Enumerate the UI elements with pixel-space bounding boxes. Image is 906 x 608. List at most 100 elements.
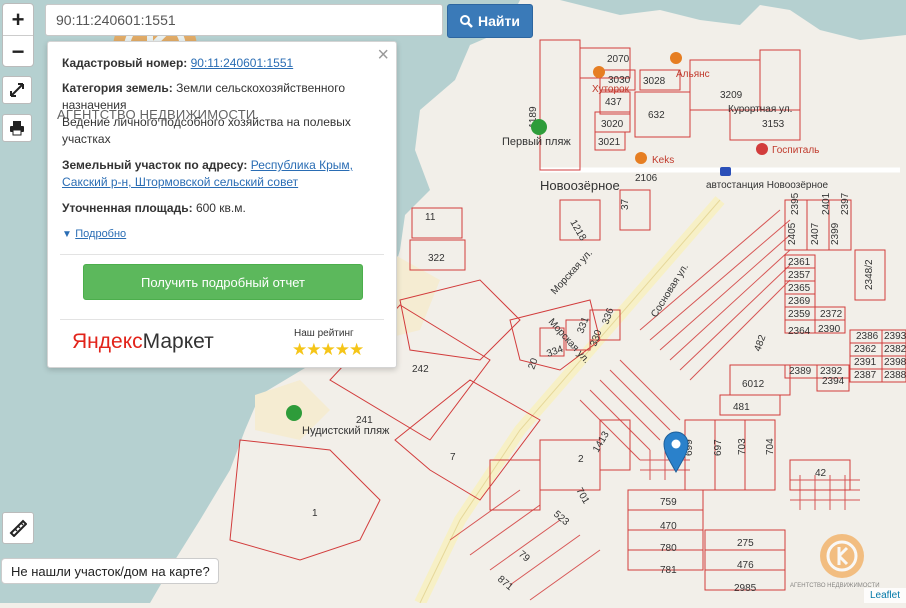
details-toggle[interactable]: ▼ Подробно: [62, 225, 362, 243]
place-label-novoozernoe: Новоозёрное: [540, 178, 620, 193]
rating-stars: ★★★★★: [292, 340, 364, 359]
plot-number-2[interactable]: 2: [578, 454, 584, 465]
area-row: Уточненная площадь: 600 кв.м.: [62, 200, 362, 217]
plot-number-3028[interactable]: 3028: [643, 76, 666, 87]
area-label: Уточненная площадь:: [62, 201, 193, 215]
plot-number-697[interactable]: 697: [713, 439, 724, 456]
plot-number-3021[interactable]: 3021: [598, 137, 621, 148]
cadastral-label: Кадастровый номер:: [62, 56, 188, 70]
plot-number-759[interactable]: 759: [660, 497, 677, 508]
fullscreen-button[interactable]: [2, 76, 32, 104]
print-button[interactable]: [2, 114, 32, 142]
street-label-kurortnaya: Курортная ул.: [728, 104, 792, 115]
plot-number-632[interactable]: 632: [648, 110, 665, 121]
plot-number-2397[interactable]: 2397: [840, 192, 851, 215]
place-label-pharmacy: Хуторок: [592, 84, 630, 95]
place-label-hospital: Госпиталь: [772, 145, 819, 156]
plot-number-481[interactable]: 481: [733, 402, 750, 413]
plot-number-6012[interactable]: 6012: [742, 379, 765, 390]
plot-number-11[interactable]: 11: [425, 212, 436, 223]
plot-number-2387[interactable]: 2387: [854, 370, 877, 381]
plot-number-2389[interactable]: 2389: [789, 366, 812, 377]
plot-number-2985[interactable]: 2985: [734, 583, 757, 594]
plot-number-42[interactable]: 42: [815, 468, 827, 479]
plot-number-3153[interactable]: 3153: [762, 119, 785, 130]
place-label-nudist-beach: Нудистский пляж: [302, 425, 390, 437]
measure-button[interactable]: [2, 512, 34, 544]
plot-number-2359[interactable]: 2359: [788, 309, 811, 320]
place-label-alliance: Альянс: [676, 69, 710, 80]
plot-number-2348[interactable]: 2348/2: [864, 259, 875, 290]
plot-number-3209[interactable]: 3209: [720, 90, 743, 101]
plot-number-2365[interactable]: 2365: [788, 283, 811, 294]
close-icon[interactable]: ×: [377, 45, 389, 65]
plot-number-275[interactable]: 275: [737, 538, 754, 549]
beach-icon: [286, 405, 302, 421]
bus-icon: [720, 167, 731, 176]
not-found-button[interactable]: Не нашли участок/дом на карте?: [1, 558, 219, 584]
plot-number-2398[interactable]: 2398: [884, 357, 906, 368]
parcel-info-popup: × Кадастровый номер: 90:11:240601:1551 К…: [47, 41, 397, 368]
shop-icon: [593, 66, 605, 78]
plot-number-322[interactable]: 322: [428, 253, 445, 264]
yandex-market-logo-part1: Яндекс: [72, 330, 143, 353]
plot-number-3020[interactable]: 3020: [601, 119, 624, 130]
rating-label: Наш рейтинг: [294, 328, 354, 339]
plot-number-2401[interactable]: 2401: [821, 192, 832, 215]
yandex-market-logo[interactable]: ЯндексМаркет: [72, 330, 214, 354]
plot-number-2369[interactable]: 2369: [788, 296, 811, 307]
details-link[interactable]: Подробно: [75, 228, 126, 240]
address-label: Земельный участок по адресу:: [62, 158, 248, 172]
cadastral-link[interactable]: 90:11:240601:1551: [191, 56, 294, 70]
plot-number-2391[interactable]: 2391: [854, 357, 877, 368]
search-button-label: Найти: [478, 13, 520, 29]
plot-number-470[interactable]: 470: [660, 521, 677, 532]
address-row: Земельный участок по адресу: Республика …: [62, 157, 362, 191]
plot-number-781[interactable]: 781: [660, 565, 677, 576]
plot-number-2399[interactable]: 2399: [830, 222, 841, 245]
search-input[interactable]: [45, 4, 443, 36]
plot-number-2393[interactable]: 2393: [884, 331, 906, 342]
plot-number-2394[interactable]: 2394: [822, 376, 845, 387]
plot-number-2407[interactable]: 2407: [810, 222, 821, 245]
plot-number-2390[interactable]: 2390: [818, 324, 841, 335]
leaflet-link[interactable]: Leaflet: [870, 590, 900, 601]
plot-number-2405[interactable]: 2405: [787, 222, 798, 245]
plot-number-704[interactable]: 704: [765, 438, 776, 455]
category-label: Категория земель:: [62, 81, 173, 95]
plot-number-37[interactable]: 37: [620, 198, 631, 210]
plot-number-2382[interactable]: 2382: [884, 344, 906, 355]
agency-logo-small: [820, 534, 864, 578]
plot-number-437[interactable]: 437: [605, 97, 622, 108]
plot-number-2364[interactable]: 2364: [788, 326, 811, 337]
plot-number-2362[interactable]: 2362: [854, 344, 877, 355]
plot-number-2386[interactable]: 2386: [856, 331, 879, 342]
cadastral-row: Кадастровый номер: 90:11:240601:1551: [62, 55, 362, 72]
plot-number-703[interactable]: 703: [737, 438, 748, 455]
shop-icon: [670, 52, 682, 64]
place-label-keks: Keks: [652, 155, 674, 166]
hospital-icon: [756, 143, 768, 155]
plot-number-2106[interactable]: 2106: [635, 173, 658, 184]
yandex-market-logo-part2: Маркет: [142, 330, 214, 353]
plot-number-7[interactable]: 7: [450, 452, 456, 463]
plot-number-476[interactable]: 476: [737, 560, 754, 571]
plot-number-2395[interactable]: 2395: [790, 192, 801, 215]
plot-number-780[interactable]: 780: [660, 543, 677, 554]
plot-number-242[interactable]: 242: [412, 364, 429, 375]
zoom-out-button[interactable]: −: [3, 35, 33, 66]
area-value: 600 кв.м.: [195, 201, 246, 215]
ruler-icon: [9, 519, 27, 537]
plot-number-2361[interactable]: 2361: [788, 257, 811, 268]
print-icon: [10, 121, 24, 136]
map-attribution: Leaflet: [863, 588, 906, 603]
plot-number-2388[interactable]: 2388: [884, 370, 906, 381]
plot-number-2372[interactable]: 2372: [820, 309, 843, 320]
plot-number-2070[interactable]: 2070: [607, 54, 630, 65]
search-button[interactable]: Найти: [447, 4, 533, 38]
plot-number-2357[interactable]: 2357: [788, 270, 811, 281]
search-icon: [460, 14, 473, 28]
zoom-in-button[interactable]: +: [3, 4, 33, 35]
plot-number-1[interactable]: 1: [312, 508, 318, 519]
get-report-button[interactable]: Получить подробный отчет: [83, 264, 363, 300]
